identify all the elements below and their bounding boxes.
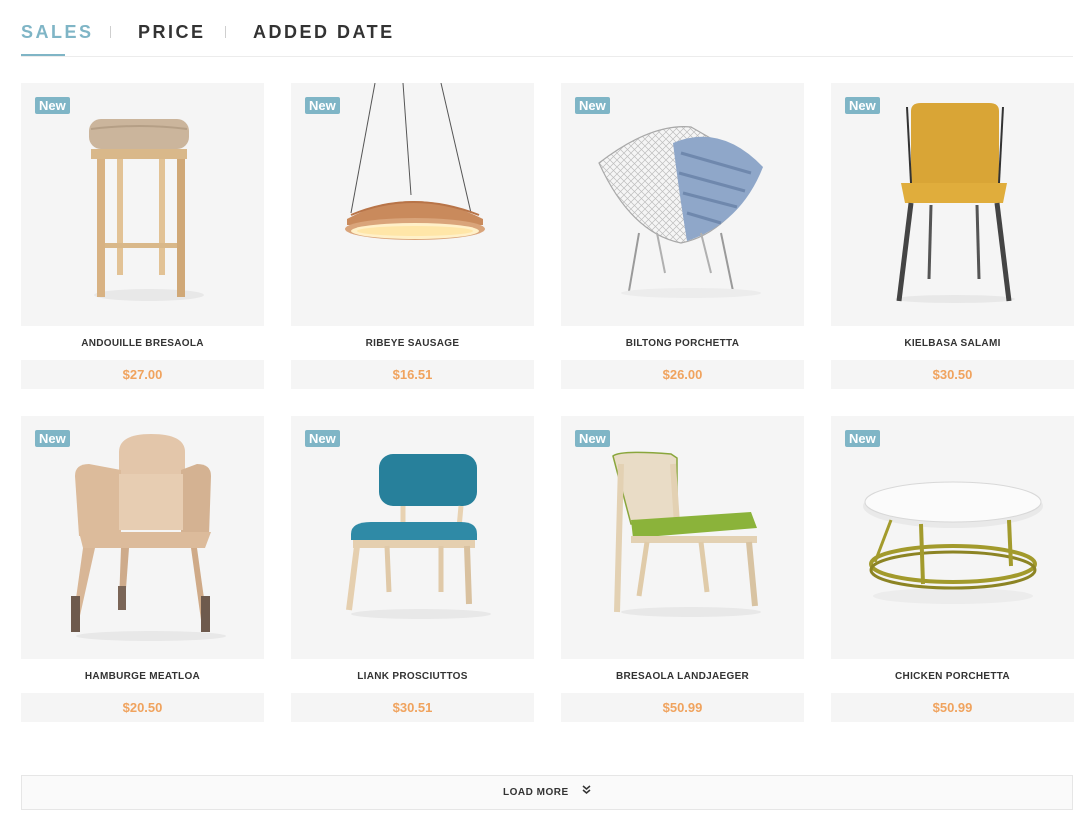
product-image[interactable]: New bbox=[21, 416, 264, 659]
price-box: $26.00 bbox=[561, 360, 804, 389]
new-badge: New bbox=[35, 430, 70, 447]
price-box: $16.51 bbox=[291, 360, 534, 389]
product-card: New BILTONG PORCHETTA $26.00 bbox=[561, 83, 804, 389]
price-box: $50.99 bbox=[831, 693, 1074, 722]
green-chair-icon bbox=[612, 451, 761, 617]
product-card: New KIELBASA SALAMI $30.50 bbox=[831, 83, 1074, 389]
product-image[interactable]: New bbox=[561, 83, 804, 326]
mustard-chair-icon bbox=[895, 103, 1015, 303]
product-image[interactable]: New bbox=[291, 83, 534, 326]
new-badge: New bbox=[575, 430, 610, 447]
tab-added-date[interactable]: ADDED DATE bbox=[253, 22, 395, 43]
pendant-lamp-icon bbox=[345, 83, 485, 240]
armchair-icon bbox=[71, 434, 226, 641]
new-badge: New bbox=[35, 97, 70, 114]
new-badge: New bbox=[305, 430, 340, 447]
new-badge: New bbox=[305, 97, 340, 114]
product-card: New CHICKEN PORCHETTA $50.99 bbox=[831, 416, 1074, 722]
tab-sales[interactable]: SALES bbox=[21, 22, 94, 43]
product-card: New HAMBURGE MEATLOA $20.50 bbox=[21, 416, 264, 722]
load-more-button[interactable]: LOAD MORE bbox=[21, 775, 1073, 810]
price-box: $20.50 bbox=[21, 693, 264, 722]
product-name[interactable]: BILTONG PORCHETTA bbox=[561, 338, 804, 349]
product-name[interactable]: ANDOUILLE BRESAOLA bbox=[21, 338, 264, 349]
product-price: $26.00 bbox=[662, 367, 703, 382]
wire-chair-icon bbox=[598, 126, 763, 298]
product-grid: New ANDOUILLE BRESAOLA $27.00 New RIBEYE… bbox=[21, 83, 1074, 723]
product-price: $30.51 bbox=[392, 700, 433, 715]
product-name[interactable]: HAMBURGE MEATLOA bbox=[21, 671, 264, 682]
product-card: New BRESAOLA LANDJAEGER $50.99 bbox=[561, 416, 804, 722]
product-image[interactable]: New bbox=[831, 83, 1074, 326]
product-price: $50.99 bbox=[932, 700, 973, 715]
new-badge: New bbox=[575, 97, 610, 114]
product-price: $16.51 bbox=[392, 367, 433, 382]
tab-divider bbox=[110, 26, 111, 38]
product-name[interactable]: RIBEYE SAUSAGE bbox=[291, 338, 534, 349]
sort-tabs: SALES PRICE ADDED DATE bbox=[21, 0, 1073, 57]
product-price: $27.00 bbox=[122, 367, 163, 382]
product-card: New ANDOUILLE BRESAOLA $27.00 bbox=[21, 83, 264, 389]
product-name[interactable]: CHICKEN PORCHETTA bbox=[831, 671, 1074, 682]
product-price: $30.50 bbox=[932, 367, 973, 382]
new-badge: New bbox=[845, 430, 880, 447]
product-price: $50.99 bbox=[662, 700, 703, 715]
product-card: New RIBEYE SAUSAGE $16.51 bbox=[291, 83, 534, 389]
product-image[interactable]: New bbox=[291, 416, 534, 659]
price-box: $50.99 bbox=[561, 693, 804, 722]
product-name[interactable]: BRESAOLA LANDJAEGER bbox=[561, 671, 804, 682]
round-table-icon bbox=[863, 481, 1043, 604]
product-name[interactable]: KIELBASA SALAMI bbox=[831, 338, 1074, 349]
price-box: $30.50 bbox=[831, 360, 1074, 389]
product-price: $20.50 bbox=[122, 700, 163, 715]
tab-price[interactable]: PRICE bbox=[138, 22, 206, 43]
double-chevron-down-icon bbox=[582, 775, 591, 808]
product-image[interactable]: New bbox=[21, 83, 264, 326]
active-tab-underline bbox=[21, 54, 65, 56]
product-image[interactable]: New bbox=[561, 416, 804, 659]
product-card: New LIANK PROSCIUTTOS $30.51 bbox=[291, 416, 534, 722]
bar-stool-icon bbox=[89, 119, 204, 301]
load-more-label: LOAD MORE bbox=[503, 787, 569, 798]
tab-divider bbox=[225, 26, 226, 38]
price-box: $30.51 bbox=[291, 693, 534, 722]
price-box: $27.00 bbox=[21, 360, 264, 389]
product-name[interactable]: LIANK PROSCIUTTOS bbox=[291, 671, 534, 682]
teal-chair-icon bbox=[346, 454, 491, 619]
new-badge: New bbox=[845, 97, 880, 114]
product-image[interactable]: New bbox=[831, 416, 1074, 659]
